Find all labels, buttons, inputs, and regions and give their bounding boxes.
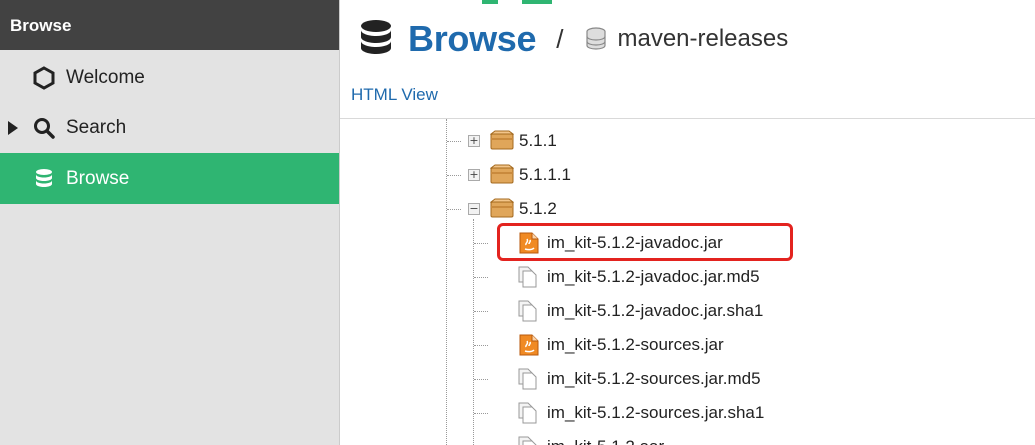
tab-indicator (482, 0, 498, 4)
tree-file-label: im_kit-5.1.2.aar (547, 437, 664, 445)
tree-file-javadoc-md5[interactable]: im_kit-5.1.2-javadoc.jar.md5 (340, 260, 1035, 294)
tree-file-sources-md5[interactable]: im_kit-5.1.2-sources.jar.md5 (340, 362, 1035, 396)
sidebar-item-label: Welcome (66, 66, 145, 88)
tree-folder-label: 5.1.1.1 (519, 165, 571, 184)
document-copy-icon (518, 300, 537, 322)
repository-icon (586, 27, 607, 50)
expand-caret-icon[interactable] (8, 121, 18, 135)
document-copy-icon (518, 266, 537, 288)
tree-file-label: im_kit-5.1.2-sources.jar.md5 (547, 369, 761, 388)
tree-connector (474, 311, 488, 312)
sidebar-header: Browse (0, 0, 339, 50)
tree-file-label: im_kit-5.1.2-sources.jar (547, 335, 724, 354)
tree-folder-5-1-1[interactable]: + 5.1.1 (340, 124, 1035, 158)
tree-connector (447, 141, 461, 142)
sidebar-item-welcome[interactable]: Welcome (0, 52, 339, 103)
file-tree: + 5.1.1 + 5.1.1.1 − 5.1.2 im_kit-5.1.2-j… (340, 119, 1035, 445)
tab-indicator (522, 0, 552, 4)
tree-file-sources-sha1[interactable]: im_kit-5.1.2-sources.jar.sha1 (340, 396, 1035, 430)
page-title-row: Browse / maven-releases (358, 14, 788, 64)
highlight-box (497, 223, 793, 261)
document-copy-icon (518, 436, 537, 445)
expand-toggle-icon[interactable]: + (468, 135, 480, 147)
tree-file-aar[interactable]: im_kit-5.1.2.aar (340, 430, 1035, 445)
package-folder-icon (490, 130, 514, 150)
tree-folder-label: 5.1.2 (519, 199, 557, 218)
breadcrumb-repository: maven-releases (617, 25, 789, 52)
tree-folder-5-1-1-1[interactable]: + 5.1.1.1 (340, 158, 1035, 192)
collapse-toggle-icon[interactable]: − (468, 203, 480, 215)
database-icon (36, 168, 52, 187)
tree-file-label: im_kit-5.1.2-sources.jar.sha1 (547, 403, 765, 422)
tree-folder-5-1-2[interactable]: − 5.1.2 (340, 192, 1035, 226)
sidebar-item-label: Browse (66, 167, 130, 189)
tree-connector (474, 243, 488, 244)
sidebar-item-browse[interactable]: Browse (0, 153, 339, 204)
tree-connector (474, 277, 488, 278)
package-folder-icon (490, 164, 514, 184)
tree-connector (474, 345, 488, 346)
package-folder-icon (490, 198, 514, 218)
tree-file-label: im_kit-5.1.2-javadoc.jar.sha1 (547, 301, 764, 320)
top-tab-indicators (482, 0, 552, 4)
document-copy-icon (518, 402, 537, 424)
tree-file-label: im_kit-5.1.2-javadoc.jar.md5 (547, 267, 760, 286)
tree-connector (474, 379, 488, 380)
sidebar-item-label: Search (66, 116, 127, 138)
document-copy-icon (518, 368, 537, 390)
breadcrumb-separator: / (556, 23, 564, 54)
tree-connector (447, 209, 461, 210)
tree-connector (447, 175, 461, 176)
expand-toggle-icon[interactable]: + (468, 169, 480, 181)
html-view-link[interactable]: HTML View (351, 85, 438, 105)
main-panel: Browse / maven-releases HTML View + 5.1.… (339, 0, 1035, 445)
sidebar-item-search[interactable]: Search (0, 102, 339, 153)
hexagon-icon (33, 65, 55, 90)
database-icon (361, 20, 391, 54)
tree-connector (474, 413, 488, 414)
tree-folder-label: 5.1.1 (519, 131, 557, 150)
page-title[interactable]: Browse (408, 18, 537, 60)
java-archive-icon (519, 334, 539, 356)
tree-file-sources-jar[interactable]: im_kit-5.1.2-sources.jar (340, 328, 1035, 362)
search-icon (34, 117, 55, 139)
sidebar: Browse Welcome Search Browse (0, 0, 339, 445)
tree-file-javadoc-sha1[interactable]: im_kit-5.1.2-javadoc.jar.sha1 (340, 294, 1035, 328)
